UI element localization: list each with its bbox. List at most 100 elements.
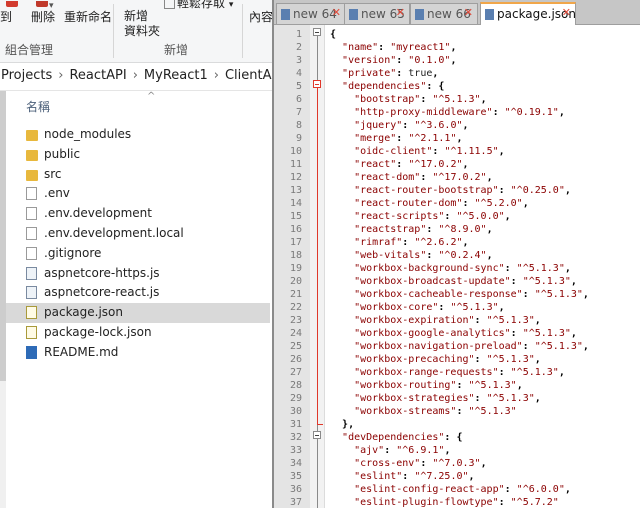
code-line[interactable]: "workbox-precaching": "^5.1.3", bbox=[330, 353, 541, 366]
file-name: aspnetcore-react.js bbox=[44, 285, 160, 300]
code-line[interactable]: "workbox-strategies": "^5.1.3", bbox=[330, 392, 541, 405]
file-list-item[interactable]: README.md bbox=[6, 343, 270, 363]
close-icon[interactable]: ✕ bbox=[332, 6, 341, 19]
code-line[interactable]: "merge": "^2.1.1", bbox=[330, 132, 462, 145]
file-name: .gitignore bbox=[44, 245, 102, 260]
line-number: 18 bbox=[289, 250, 302, 261]
tab-new-64[interactable]: new 64 ✕ bbox=[276, 3, 346, 24]
code-line[interactable]: "react-router-bootstrap": "^0.25.0", bbox=[330, 184, 571, 197]
easy-access-label: 輕鬆存取 bbox=[177, 0, 226, 10]
file-explorer-window: 到 刪除 ▾ 重新命名 新增 資料夾 輕鬆存取 ▾ 內容 組合管理 新增 Pro… bbox=[0, 0, 272, 508]
breadcrumb-item[interactable]: Projects bbox=[1, 68, 52, 83]
code-line[interactable]: "rimraf": "^2.6.2", bbox=[330, 236, 468, 249]
code-line[interactable]: "workbox-background-sync": "^5.1.3", bbox=[330, 262, 571, 275]
rename-button[interactable]: 重新命名 bbox=[64, 9, 112, 25]
fold-toggle-icon[interactable] bbox=[313, 431, 321, 439]
fold-toggle-icon[interactable] bbox=[313, 28, 321, 36]
code-line[interactable]: "react-dom": "^17.0.2", bbox=[330, 171, 493, 184]
code-line[interactable]: "devDependencies": { bbox=[330, 431, 462, 444]
file-list-item[interactable]: public bbox=[6, 145, 270, 165]
code-line[interactable]: "eslint-plugin-flowtype": "^5.7.2" bbox=[330, 496, 559, 508]
line-number: 1 bbox=[295, 29, 302, 40]
column-header-name[interactable]: 名稱 bbox=[26, 98, 50, 115]
fold-margin[interactable] bbox=[310, 25, 325, 508]
code-line[interactable]: "cross-env": "^7.0.3", bbox=[330, 457, 487, 470]
file-list-item[interactable]: aspnetcore-react.js bbox=[6, 283, 270, 303]
move-to-button[interactable]: 到 bbox=[0, 9, 12, 25]
file-list-item[interactable]: .env bbox=[6, 184, 270, 204]
code-line[interactable]: "http-proxy-middleware": "^0.19.1", bbox=[330, 106, 565, 119]
file-name: package.json bbox=[44, 305, 124, 320]
close-icon[interactable]: ✕ bbox=[562, 6, 571, 19]
code-line[interactable]: "name": "myreact1", bbox=[330, 41, 456, 54]
code-line[interactable]: "workbox-navigation-preload": "^5.1.3", bbox=[330, 340, 589, 353]
code-line[interactable]: "private": true, bbox=[330, 67, 438, 80]
new-folder-button[interactable]: 新增 資料夾 bbox=[124, 9, 160, 39]
code-line[interactable]: "ajv": "^6.9.1", bbox=[330, 444, 450, 457]
line-number: 23 bbox=[289, 315, 302, 326]
code-line[interactable]: "workbox-range-requests": "^5.1.3", bbox=[330, 366, 565, 379]
line-number: 25 bbox=[289, 341, 302, 352]
code-line[interactable]: "web-vitals": "^0.2.4", bbox=[330, 249, 493, 262]
code-area[interactable]: { "name": "myreact1", "version": "0.1.0"… bbox=[330, 25, 640, 508]
fold-toggle-icon[interactable] bbox=[313, 80, 321, 88]
line-number: 34 bbox=[289, 458, 302, 469]
code-line[interactable]: "version": "0.1.0", bbox=[330, 54, 456, 67]
code-line[interactable]: "eslint": "^7.25.0", bbox=[330, 470, 474, 483]
line-number: 37 bbox=[289, 497, 302, 508]
code-line[interactable]: "workbox-routing": "^5.1.3", bbox=[330, 379, 523, 392]
breadcrumb-item[interactable]: ReactAPI bbox=[69, 68, 126, 83]
folder-icon bbox=[26, 169, 38, 181]
file-list-item[interactable]: .env.development bbox=[6, 204, 270, 224]
line-number: 6 bbox=[295, 94, 302, 105]
code-line[interactable]: "react-router-dom": "^5.2.0", bbox=[330, 197, 529, 210]
file-list-item[interactable]: src bbox=[6, 165, 270, 185]
tab-bar: new 64 ✕ new 65 ✕ new 66 ✕ package.json … bbox=[274, 0, 640, 25]
breadcrumb-item[interactable]: ClientApp bbox=[225, 68, 272, 83]
tab-new-65[interactable]: new 65 ✕ bbox=[344, 3, 410, 24]
file-list-item[interactable]: aspnetcore-https.js bbox=[6, 264, 270, 284]
code-line[interactable]: "workbox-google-analytics": "^5.1.3", bbox=[330, 327, 577, 340]
code-line[interactable]: "bootstrap": "^5.1.3", bbox=[330, 93, 487, 106]
json-file-icon bbox=[26, 306, 37, 320]
file-icon bbox=[26, 246, 37, 260]
code-line[interactable]: "oidc-client": "^1.11.5", bbox=[330, 145, 505, 158]
chevron-right-icon[interactable]: › bbox=[214, 68, 219, 83]
code-line[interactable]: "reactstrap": "^8.9.0", bbox=[330, 223, 493, 236]
file-list-item[interactable]: package.json bbox=[6, 303, 270, 324]
line-number: 17 bbox=[289, 237, 302, 248]
tab-new-66[interactable]: new 66 ✕ bbox=[410, 3, 478, 24]
delete-button[interactable]: 刪除 bbox=[31, 9, 55, 25]
code-line[interactable]: "eslint-config-react-app": "^6.0.0", bbox=[330, 483, 571, 496]
code-line[interactable]: "jquery": "^3.6.0", bbox=[330, 119, 468, 132]
address-bar[interactable]: Projects › ReactAPI › MyReact1 › ClientApp bbox=[0, 63, 272, 91]
code-line[interactable]: "react": "^17.0.2", bbox=[330, 158, 468, 171]
file-list-item[interactable]: .gitignore bbox=[6, 244, 270, 264]
code-line[interactable]: "workbox-streams": "^5.1.3" bbox=[330, 405, 517, 418]
code-line[interactable]: "dependencies": { bbox=[330, 80, 444, 93]
code-editor[interactable]: 1 2 3 4 5 6 7 8 9 10 11 12 13 14 15 16 17 18 19 20 21 22 23 24 2… bbox=[274, 25, 640, 508]
file-list-item[interactable]: node_modules bbox=[6, 125, 270, 145]
line-number-gutter: 1 2 3 4 5 6 7 8 9 10 11 12 13 14 15 16 17 18 19 20 21 22 23 24 2… bbox=[274, 25, 310, 508]
breadcrumb-item[interactable]: MyReact1 bbox=[144, 68, 208, 83]
code-line[interactable]: "workbox-cacheable-response": "^5.1.3", bbox=[330, 288, 589, 301]
properties-button[interactable]: 內容 bbox=[249, 9, 272, 25]
code-line[interactable]: "workbox-broadcast-update": "^5.1.3", bbox=[330, 275, 577, 288]
chevron-right-icon[interactable]: › bbox=[58, 68, 63, 83]
code-line[interactable]: }, bbox=[330, 418, 354, 431]
delete-dropdown-icon[interactable]: ▾ bbox=[49, 1, 54, 11]
line-number: 20 bbox=[289, 276, 302, 287]
code-line[interactable]: "react-scripts": "^5.0.0", bbox=[330, 210, 511, 223]
close-icon[interactable]: ✕ bbox=[396, 6, 405, 19]
code-line[interactable]: { bbox=[330, 28, 336, 41]
close-icon[interactable]: ✕ bbox=[464, 6, 473, 19]
chevron-right-icon[interactable]: › bbox=[133, 68, 138, 83]
file-list-item[interactable]: package-lock.json bbox=[6, 323, 270, 343]
file-list-item[interactable]: .env.development.local bbox=[6, 224, 270, 244]
code-line[interactable]: "workbox-expiration": "^5.1.3", bbox=[330, 314, 541, 327]
tab-package-json[interactable]: package.json ✕ bbox=[480, 2, 576, 25]
code-line[interactable]: "workbox-core": "^5.1.3", bbox=[330, 301, 505, 314]
breadcrumb: Projects › ReactAPI › MyReact1 › ClientApp bbox=[1, 68, 272, 83]
line-number: 8 bbox=[295, 120, 302, 131]
easy-access-button[interactable]: 輕鬆存取 ▾ bbox=[164, 0, 233, 13]
